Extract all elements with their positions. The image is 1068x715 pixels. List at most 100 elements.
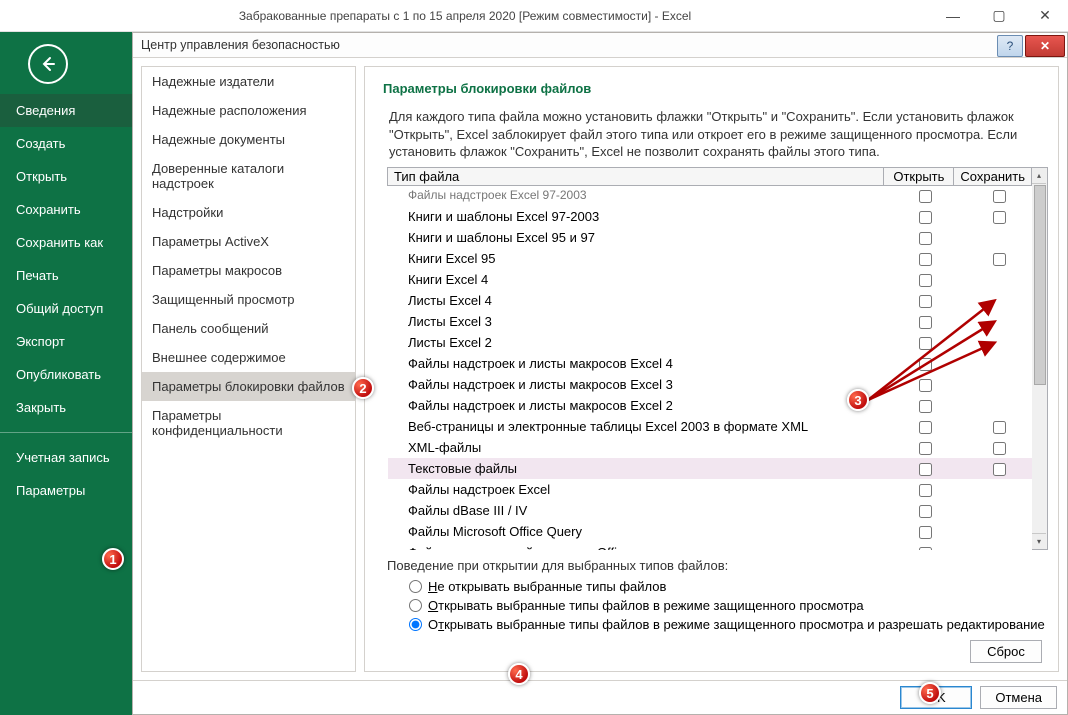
save-checkbox[interactable] — [993, 253, 1006, 266]
table-row[interactable]: Листы Excel 4 — [388, 290, 1032, 311]
sidebar-item[interactable]: Экспорт — [0, 325, 132, 358]
category-item[interactable]: Надежные документы — [142, 125, 355, 154]
col-open[interactable]: Открыть — [884, 167, 954, 185]
open-checkbox[interactable] — [919, 358, 932, 371]
open-checkbox[interactable] — [919, 337, 932, 350]
open-checkbox[interactable] — [919, 400, 932, 413]
table-row[interactable]: Файлы надстроек Excel — [388, 479, 1032, 500]
open-checkbox[interactable] — [919, 484, 932, 497]
table-row[interactable]: Файлы надстроек и листы макросов Excel 4 — [388, 353, 1032, 374]
table-row[interactable]: Файлы dBase III / IV — [388, 500, 1032, 521]
category-item[interactable]: Панель сообщений — [142, 314, 355, 343]
sidebar-item[interactable]: Опубликовать — [0, 358, 132, 391]
arrow-left-icon — [38, 54, 58, 74]
category-item[interactable]: Доверенные каталоги надстроек — [142, 154, 355, 198]
dialog-close-button[interactable]: ✕ — [1025, 35, 1065, 57]
category-item[interactable]: Защищенный просмотр — [142, 285, 355, 314]
sidebar-divider — [0, 432, 132, 433]
sidebar-item[interactable]: Сохранить как — [0, 226, 132, 259]
app-title: Забракованные препараты с 1 по 15 апреля… — [0, 9, 930, 23]
save-checkbox[interactable] — [993, 463, 1006, 476]
category-item[interactable]: Внешнее содержимое — [142, 343, 355, 372]
close-button[interactable]: ✕ — [1022, 0, 1068, 32]
behavior-radio[interactable] — [409, 599, 422, 612]
open-checkbox[interactable] — [919, 379, 932, 392]
table-row[interactable]: Веб-страницы и электронные таблицы Excel… — [388, 416, 1032, 437]
scrollbar[interactable]: ▴ ▾ — [1032, 167, 1048, 550]
file-type-name: Книги Excel 4 — [388, 269, 884, 290]
open-checkbox[interactable] — [919, 232, 932, 245]
sidebar-item[interactable]: Сохранить — [0, 193, 132, 226]
open-checkbox[interactable] — [919, 505, 932, 518]
category-item[interactable]: Параметры ActiveX — [142, 227, 355, 256]
scroll-up-icon[interactable]: ▴ — [1032, 168, 1046, 184]
table-row[interactable]: Листы Excel 3 — [388, 311, 1032, 332]
col-type[interactable]: Тип файла — [388, 167, 884, 185]
behavior-radio[interactable] — [409, 618, 422, 631]
callout-1: 1 — [102, 548, 124, 570]
table-row[interactable]: Книги и шаблоны Excel 97-2003 — [388, 206, 1032, 227]
file-type-name: Листы Excel 2 — [388, 332, 884, 353]
open-checkbox[interactable] — [919, 547, 932, 550]
category-item[interactable]: Надстройки — [142, 198, 355, 227]
minimize-button[interactable]: — — [930, 0, 976, 32]
open-checkbox[interactable] — [919, 190, 932, 203]
table-row[interactable]: Файлы надстроек и листы макросов Excel 3 — [388, 374, 1032, 395]
behavior-radio-row[interactable]: Открывать выбранные типы файлов в режиме… — [375, 596, 1048, 615]
open-checkbox[interactable] — [919, 463, 932, 476]
sidebar-item[interactable]: Печать — [0, 259, 132, 292]
sidebar-item[interactable]: Сведения — [0, 94, 132, 127]
save-checkbox[interactable] — [993, 442, 1006, 455]
open-checkbox[interactable] — [919, 526, 932, 539]
scroll-thumb[interactable] — [1034, 185, 1046, 385]
file-type-name: Файлы надстроек Excel 97-2003 — [388, 185, 884, 206]
save-checkbox[interactable] — [993, 190, 1006, 203]
behavior-radio[interactable] — [409, 580, 422, 593]
open-checkbox[interactable] — [919, 274, 932, 287]
scroll-down-icon[interactable]: ▾ — [1032, 533, 1046, 549]
table-row[interactable]: Файлы надстроек Excel 97-2003 — [388, 185, 1032, 206]
table-row[interactable]: Файлы подключений к данным Office — [388, 542, 1032, 550]
table-row[interactable]: Текстовые файлы — [388, 458, 1032, 479]
file-type-name: Файлы Microsoft Office Query — [388, 521, 884, 542]
callout-2: 2 — [352, 377, 374, 399]
file-types-table: Тип файла Открыть Сохранить Файлы надстр… — [387, 167, 1032, 550]
trust-center-dialog: Центр управления безопасностью ? ✕ Надеж… — [132, 32, 1068, 715]
save-checkbox[interactable] — [993, 421, 1006, 434]
behavior-radio-row[interactable]: Не открывать выбранные типы файлов — [375, 577, 1048, 596]
open-checkbox[interactable] — [919, 253, 932, 266]
category-item[interactable]: Параметры блокировки файлов — [142, 372, 355, 401]
open-checkbox[interactable] — [919, 211, 932, 224]
open-checkbox[interactable] — [919, 295, 932, 308]
back-button[interactable] — [28, 44, 68, 84]
table-row[interactable]: Листы Excel 2 — [388, 332, 1032, 353]
file-type-name: Файлы подключений к данным Office — [388, 542, 884, 550]
cancel-button[interactable]: Отмена — [980, 686, 1057, 709]
table-row[interactable]: Файлы надстроек и листы макросов Excel 2 — [388, 395, 1032, 416]
dialog-help-button[interactable]: ? — [997, 35, 1023, 57]
open-checkbox[interactable] — [919, 442, 932, 455]
open-checkbox[interactable] — [919, 316, 932, 329]
category-item[interactable]: Параметры конфиденциальности — [142, 401, 355, 445]
reset-button[interactable]: Сброс — [970, 640, 1042, 663]
sidebar-item[interactable]: Закрыть — [0, 391, 132, 424]
sidebar-item[interactable]: Параметры — [0, 474, 132, 507]
category-item[interactable]: Надежные издатели — [142, 67, 355, 96]
save-checkbox[interactable] — [993, 211, 1006, 224]
table-row[interactable]: XML-файлы — [388, 437, 1032, 458]
sidebar-item[interactable]: Общий доступ — [0, 292, 132, 325]
sidebar-item[interactable]: Открыть — [0, 160, 132, 193]
table-row[interactable]: Книги Excel 95 — [388, 248, 1032, 269]
category-item[interactable]: Параметры макросов — [142, 256, 355, 285]
open-checkbox[interactable] — [919, 421, 932, 434]
category-list: Надежные издателиНадежные расположенияНа… — [141, 66, 356, 672]
category-item[interactable]: Надежные расположения — [142, 96, 355, 125]
sidebar-item[interactable]: Учетная запись — [0, 441, 132, 474]
maximize-button[interactable]: ▢ — [976, 0, 1022, 32]
table-row[interactable]: Книги Excel 4 — [388, 269, 1032, 290]
table-row[interactable]: Книги и шаблоны Excel 95 и 97 — [388, 227, 1032, 248]
behavior-radio-row[interactable]: Открывать выбранные типы файлов в режиме… — [375, 615, 1048, 634]
table-row[interactable]: Файлы Microsoft Office Query — [388, 521, 1032, 542]
col-save[interactable]: Сохранить — [954, 167, 1032, 185]
sidebar-item[interactable]: Создать — [0, 127, 132, 160]
